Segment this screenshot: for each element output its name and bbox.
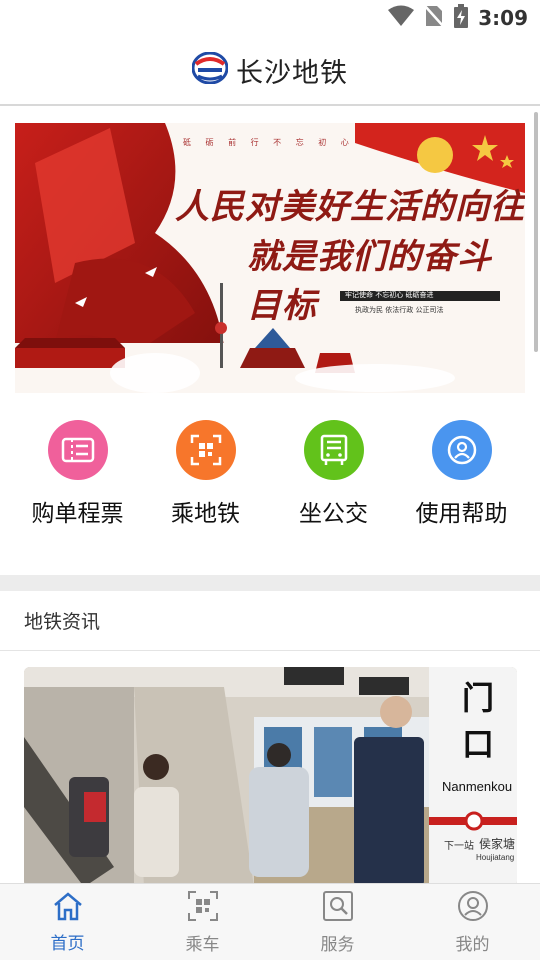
nav-item-service[interactable]: 服务 [270,884,405,960]
station-sign-next: 侯家塘 [479,837,516,851]
profile-icon [457,890,489,926]
help-person-icon [431,420,492,480]
ticket-icon [47,420,108,480]
changsha-metro-logo [191,51,229,88]
news-section-title: 地铁资讯 [24,611,101,633]
quick-item-buy-ticket[interactable]: 购单程票 [10,420,145,528]
bottom-nav: 首页 乘车 服务 我的 [0,883,540,960]
nav-label-service: 服务 [320,934,355,955]
station-sign-name: 门口 [462,679,495,763]
banner-caption: 砥 砺 前 行 不 忘 初 心 [183,138,355,147]
promo-banner[interactable]: 砥 砺 前 行 不 忘 初 心 人民对美好生活的向往 就是我们的奋斗目标 牢记使… [15,123,525,393]
station-sign-pinyin: Nanmenkou [442,779,513,794]
news-section-header: 地铁资讯 [0,591,540,651]
battery-charging-icon [454,4,469,32]
wifi-icon [388,5,415,31]
banner-tag-sub: 执政为民 依法行政 公正司法 [355,306,444,314]
station-sign-next-label: 下一站 [444,841,474,852]
quick-label-help: 使用帮助 [415,501,508,527]
quick-item-help[interactable]: 使用帮助 [394,420,529,528]
quick-menu: 购单程票 乘地铁 坐公交 使用帮助 [0,420,540,530]
app-header: 长沙地铁 [0,36,540,106]
status-time: 3:09 [478,6,528,30]
nav-label-ride: 乘车 [185,934,220,955]
app-title: 长沙地铁 [236,57,348,89]
quick-label-take-bus: 坐公交 [299,501,368,527]
qr-scan-icon [175,420,236,480]
nav-item-home[interactable]: 首页 [0,884,135,960]
banner-tag-text: 牢记使命 不忘初心 砥砺奋进 [345,291,434,299]
ride-qr-icon [187,890,219,926]
station-sign-next-pinyin: Houjiatang [476,853,515,862]
quick-label-buy-ticket: 购单程票 [31,501,124,527]
status-bar: 3:09 [0,0,540,36]
nav-item-ride[interactable]: 乘车 [135,884,270,960]
no-sim-icon [424,4,445,32]
nav-label-profile: 我的 [455,934,490,955]
quick-item-ride-metro[interactable]: 乘地铁 [138,420,273,528]
station-photo-artwork [24,667,517,887]
quick-item-take-bus[interactable]: 坐公交 [266,420,401,528]
home-icon [52,891,84,925]
scrollbar[interactable] [534,112,538,352]
bus-icon [303,420,364,480]
nav-label-home: 首页 [50,933,85,954]
status-icons: 3:09 [388,4,528,32]
news-photo[interactable]: 门口 Nanmenkou 下一站 侯家塘 Houjiatang [24,667,517,887]
quick-label-ride-metro: 乘地铁 [171,501,240,527]
brand: 长沙地铁 [191,51,348,90]
section-divider [0,575,540,591]
banner-slogan-line1: 人民对美好生活的向往 [175,187,525,227]
service-search-icon [322,890,354,926]
nav-item-profile[interactable]: 我的 [405,884,540,960]
